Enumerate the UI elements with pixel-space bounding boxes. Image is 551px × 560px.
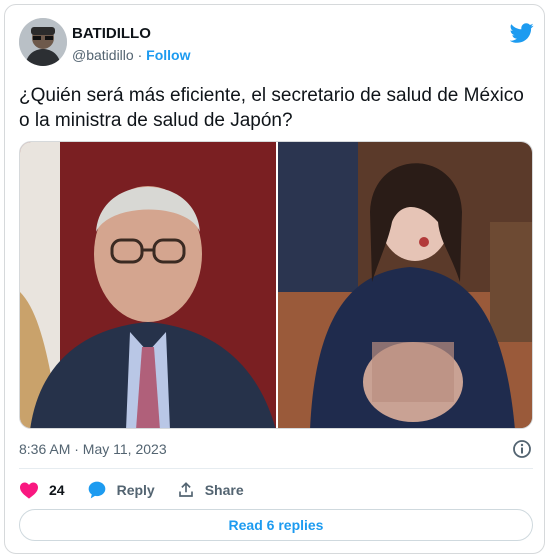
- share-label: Share: [204, 482, 244, 498]
- tweet-media[interactable]: [19, 141, 533, 429]
- tweet-actions: 24 Reply Share: [19, 479, 266, 501]
- author-handle-row: @batidillo · Follow: [72, 47, 190, 63]
- reply-label: Reply: [116, 482, 155, 498]
- avatar[interactable]: [19, 18, 67, 66]
- photo-right[interactable]: [278, 142, 533, 429]
- separator-dot: ·: [137, 47, 143, 63]
- twitter-bird-icon[interactable]: [510, 21, 534, 45]
- tweet-text: ¿Quién será más eficiente, el secretario…: [19, 85, 524, 131]
- like-action[interactable]: 24: [19, 481, 65, 499]
- photo-left[interactable]: [20, 142, 276, 429]
- reply-action[interactable]: Reply: [87, 480, 155, 500]
- read-replies-button[interactable]: Read 6 replies: [19, 509, 533, 541]
- tweet-card: BATIDILLO @batidillo · Follow ¿Quién ser…: [4, 4, 545, 554]
- reply-bubble-icon: [88, 481, 105, 499]
- heart-icon: [20, 482, 38, 499]
- share-icon: [178, 482, 193, 497]
- info-icon[interactable]: [512, 439, 532, 459]
- tweet-timestamp[interactable]: 8:36 AM · May 11, 2023: [19, 441, 167, 457]
- divider: [19, 468, 533, 469]
- share-action[interactable]: Share: [177, 481, 244, 499]
- like-count: 24: [49, 482, 65, 498]
- follow-button[interactable]: Follow: [146, 47, 190, 63]
- author-name[interactable]: BATIDILLO: [72, 25, 151, 42]
- author-handle[interactable]: @batidillo: [72, 47, 134, 63]
